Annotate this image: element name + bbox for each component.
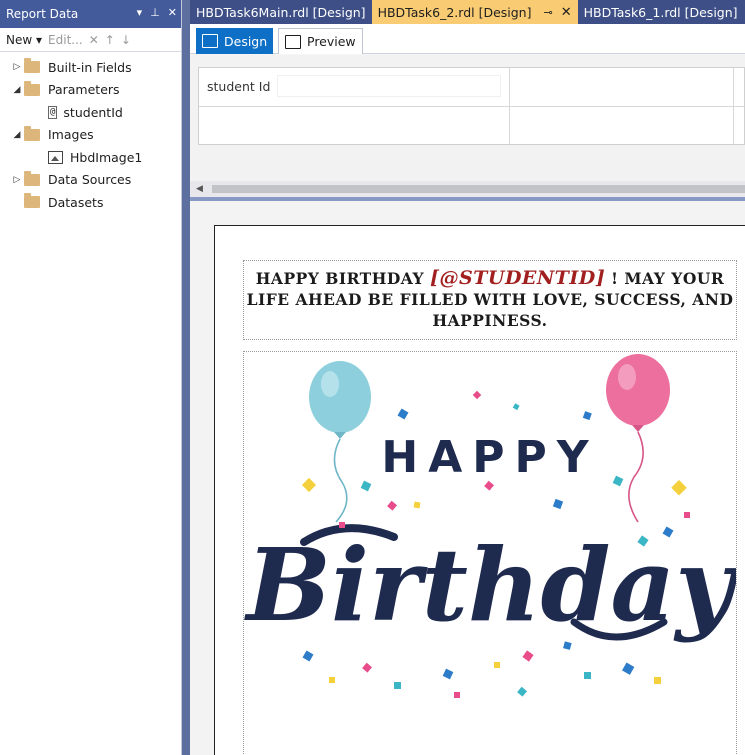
parameter-icon: @	[48, 105, 58, 119]
horizontal-scrollbar[interactable]: ◀	[190, 181, 745, 197]
tree-item-built-in-fields[interactable]: ▷ Built-in Fields	[0, 56, 181, 79]
tree-item-data-sources[interactable]: ▷ Data Sources	[0, 169, 181, 192]
happy-birthday-illustration: HAPPY Birthday	[244, 354, 736, 698]
pin-icon[interactable]: ⊸	[543, 6, 552, 19]
report-data-panel: Report Data ▾ ⊥ ✕ New ▾ Edit... ✕ ↑ ↓ ▷ …	[0, 0, 182, 755]
close-icon[interactable]: ✕	[168, 6, 177, 19]
design-icon	[202, 34, 218, 48]
folder-icon	[24, 193, 40, 209]
folder-icon	[24, 125, 40, 141]
expand-icon[interactable]: ▷	[10, 62, 24, 72]
tree-item-datasets[interactable]: Datasets	[0, 191, 181, 214]
tree-item-images[interactable]: ◢ Images	[0, 124, 181, 147]
collapse-icon[interactable]: ◢	[10, 85, 24, 95]
folder-icon	[24, 58, 40, 74]
tab-hbdtask6-1[interactable]: HBDTask6_1.rdl [Design]	[578, 0, 744, 24]
panel-title-bar: Report Data ▾ ⊥ ✕	[0, 0, 181, 28]
pink-balloon	[606, 354, 670, 426]
scrollbar-thumb[interactable]	[212, 185, 745, 193]
report-page: Happy Birthday [@STUDENTID] ! May your l…	[214, 225, 745, 755]
message-start: Happy Birthday	[255, 269, 431, 288]
panel-splitter[interactable]	[182, 0, 190, 755]
message-line2: life ahead be filled with love, success,…	[246, 290, 734, 309]
preview-icon	[285, 34, 301, 49]
image-icon	[48, 150, 63, 164]
scroll-left-icon[interactable]: ◀	[196, 184, 203, 194]
document-tab-bar: HBDTask6Main.rdl [Design] HBDTask6_2.rdl…	[190, 0, 745, 24]
pin-icon[interactable]: ⊥	[150, 6, 160, 19]
expand-icon[interactable]: ▷	[10, 175, 24, 185]
parameter-grid: student Id	[198, 67, 745, 145]
panel-title: Report Data	[6, 7, 79, 21]
message-line1-end: ! May your	[605, 269, 725, 288]
report-viewer: Happy Birthday [@STUDENTID] ! May your l…	[190, 201, 745, 755]
close-icon[interactable]: ✕	[561, 5, 572, 20]
report-data-tree: ▷ Built-in Fields ◢ Parameters @ student…	[0, 52, 181, 214]
collapse-icon[interactable]: ◢	[10, 130, 24, 140]
folder-icon	[24, 170, 40, 186]
student-id-input[interactable]	[277, 75, 501, 97]
student-id-placeholder: [@STUDENTID]	[430, 267, 606, 289]
birthday-message-textbox: Happy Birthday [@STUDENTID] ! May your l…	[243, 260, 737, 340]
folder-icon	[24, 80, 40, 96]
delete-icon[interactable]: ✕	[89, 33, 99, 47]
message-line3: happiness.	[432, 311, 548, 330]
tree-item-hbd-image[interactable]: HbdImage1	[0, 146, 181, 169]
student-id-label: student Id	[207, 79, 271, 94]
tree-item-student-id[interactable]: @ studentId	[0, 101, 181, 124]
tab-hbdtask6-2[interactable]: HBDTask6_2.rdl [Design] ⊸ ✕	[371, 0, 578, 24]
edit-button[interactable]: Edit...	[48, 33, 83, 47]
tree-item-parameters[interactable]: ◢ Parameters	[0, 79, 181, 102]
dropdown-icon[interactable]: ▾	[137, 6, 143, 19]
view-tab-bar: Design Preview	[190, 24, 745, 54]
panel-toolbar: New ▾ Edit... ✕ ↑ ↓	[0, 28, 181, 52]
new-button[interactable]: New ▾	[6, 33, 42, 47]
move-up-icon[interactable]: ↑	[105, 33, 115, 47]
blue-balloon	[309, 361, 371, 433]
happy-text: HAPPY	[381, 432, 598, 483]
tab-preview[interactable]: Preview	[278, 28, 363, 54]
tab-design[interactable]: Design	[196, 28, 274, 54]
move-down-icon[interactable]: ↓	[121, 33, 131, 47]
tab-hbdtask6main[interactable]: HBDTask6Main.rdl [Design]	[190, 0, 372, 24]
parameters-pane: student Id	[190, 55, 745, 181]
birthday-image: HAPPY Birthday	[243, 351, 737, 755]
